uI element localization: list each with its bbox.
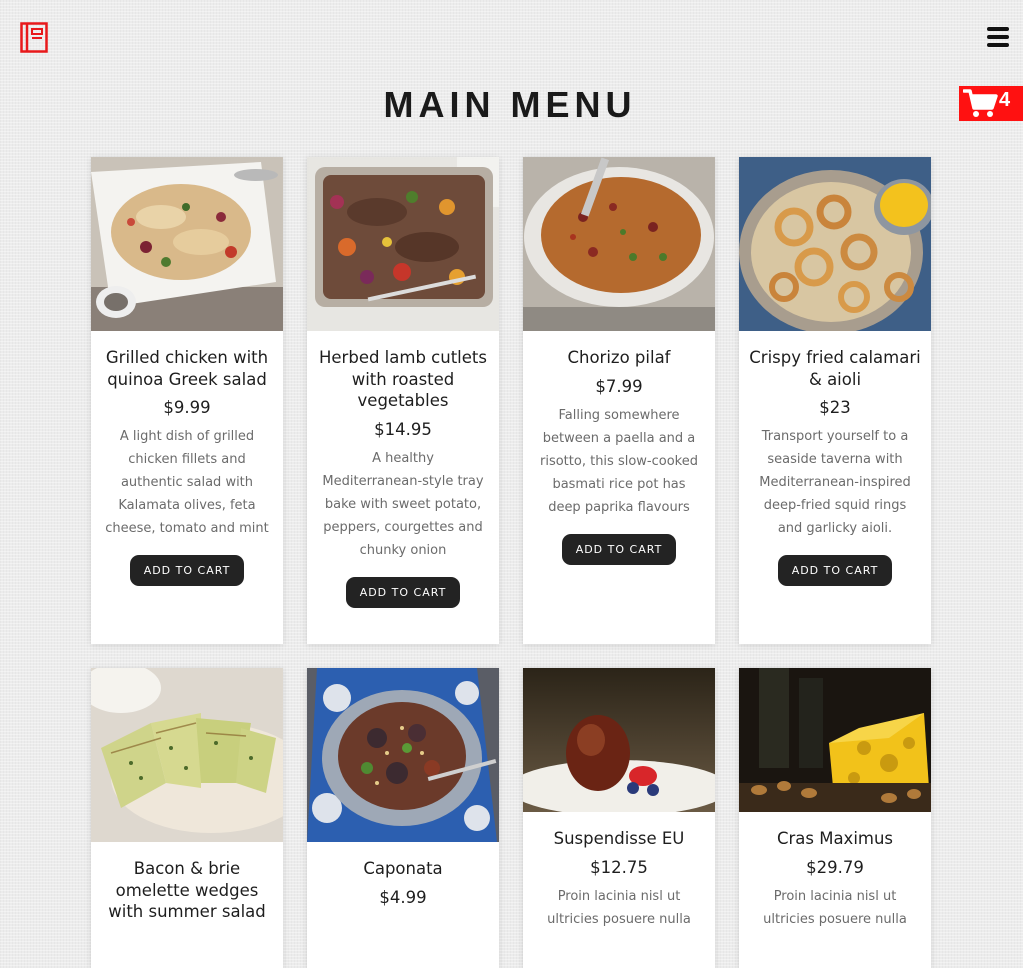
page-title: MAIN MENU	[383, 84, 637, 125]
dish-description: A light dish of grilled chicken fillets …	[105, 429, 269, 536]
add-to-cart-button[interactable]: ADD TO CART	[561, 533, 677, 565]
dish-image	[523, 157, 715, 331]
dish-name: Grilled chicken with quinoa Greek salad	[105, 348, 269, 389]
dish-price: $12.75	[590, 857, 648, 877]
dish-image	[739, 157, 931, 331]
dish-description: Proin lacinia nisl ut ultricies posuere …	[547, 888, 691, 927]
dish-price: $29.79	[806, 857, 864, 877]
add-to-cart-button[interactable]: ADD TO CART	[777, 555, 893, 586]
dish-price: $7.99	[595, 376, 643, 396]
menu-card: Crispy fried calamari & aioli $23 Transp…	[739, 157, 931, 644]
menu-card: Herbed lamb cutlets with roasted vegetab…	[307, 157, 499, 644]
dish-name: Suspendisse EU	[553, 829, 685, 848]
dish-image	[91, 668, 283, 842]
dish-description: Falling somewhere between a paella and a…	[540, 407, 698, 515]
dish-price: $23	[819, 398, 851, 417]
dish-name: Cras Maximus	[776, 829, 894, 848]
menu-card: Grilled chicken with quinoa Greek salad …	[91, 157, 283, 644]
dish-name: Caponata	[363, 859, 443, 878]
dish-name: Crispy fried calamari & aioli	[749, 348, 921, 389]
add-to-cart-button[interactable]: ADD TO CART	[345, 576, 461, 608]
dish-name: Bacon & brie omelette wedges with summer…	[108, 859, 266, 921]
dish-image	[739, 668, 931, 812]
cart-count: 4	[999, 89, 1011, 111]
menu-card: Bacon & brie omelette wedges with summer…	[91, 668, 283, 968]
dish-name: Herbed lamb cutlets with roasted vegetab…	[319, 348, 487, 410]
dish-image	[307, 668, 499, 842]
dish-price: $9.99	[163, 398, 211, 417]
dish-description: Transport yourself to a seaside taverna …	[759, 429, 911, 536]
dish-price: $4.99	[379, 887, 427, 907]
dish-image	[523, 668, 715, 812]
menu-card: Suspendisse EU $12.75 Proin lacinia nisl…	[523, 668, 715, 968]
dish-description: A healthy Mediterranean-style tray bake …	[322, 450, 484, 558]
menu-book-icon[interactable]	[20, 22, 48, 53]
dish-price: $14.95	[374, 419, 432, 439]
menu-card: Cras Maximus $29.79 Proin lacinia nisl u…	[739, 668, 931, 968]
hamburger-icon[interactable]	[987, 27, 1009, 47]
dish-name: Chorizo pilaf	[567, 348, 671, 367]
menu-card: Chorizo pilaf $7.99 Falling somewhere be…	[523, 157, 715, 644]
dish-image	[307, 157, 499, 331]
dish-image	[91, 157, 283, 331]
dish-description: Proin lacinia nisl ut ultricies posuere …	[763, 888, 907, 927]
shopping-cart-icon	[963, 88, 998, 117]
add-to-cart-button[interactable]: ADD TO CART	[129, 555, 245, 586]
cart-button[interactable]: 4	[959, 86, 1023, 121]
menu-card: Caponata $4.99	[307, 668, 499, 968]
